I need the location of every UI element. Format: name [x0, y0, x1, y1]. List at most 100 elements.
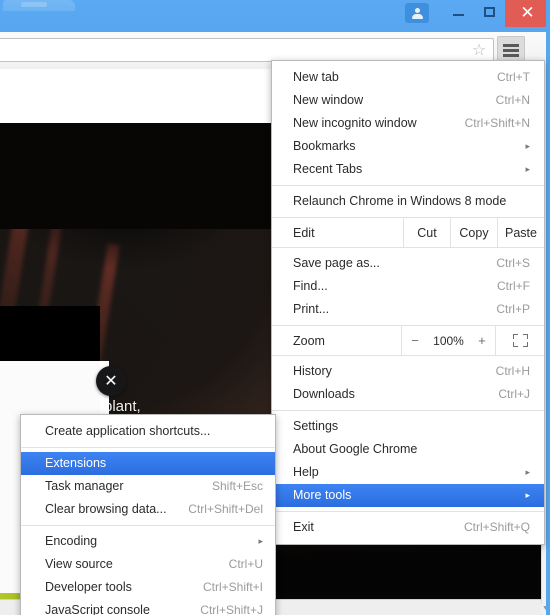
submenu-separator: [21, 447, 275, 448]
zoom-label: Zoom: [293, 333, 325, 348]
more-tools-submenu: Create application shortcuts... Extensio…: [20, 414, 276, 615]
submenu-item-label: Task manager: [45, 479, 124, 493]
menu-item-label: About Google Chrome: [293, 442, 418, 456]
menu-item-shortcut: Ctrl+Shift+N: [464, 116, 530, 130]
submenu-item-shortcut: Ctrl+Shift+I: [202, 580, 263, 594]
menu-item-shortcut: Ctrl+H: [495, 364, 530, 378]
submenu-item-label: Clear browsing data...: [45, 502, 167, 516]
menu-item-shortcut: Ctrl+S: [496, 256, 530, 270]
submenu-item-shortcut: Shift+Esc: [211, 479, 263, 493]
menu-item-exit[interactable]: Exit Ctrl+Shift+Q: [272, 516, 544, 539]
close-icon: ✕: [104, 371, 118, 390]
submenu-item-javascript-console[interactable]: JavaScript console Ctrl+Shift+J: [21, 599, 275, 615]
submenu-item-label: Create application shortcuts...: [45, 424, 211, 438]
menu-item-help[interactable]: Help ▸: [272, 461, 544, 484]
submenu-item-shortcut: Ctrl+Shift+Del: [188, 502, 263, 516]
maximize-button[interactable]: [474, 1, 505, 23]
zoom-level-value: 100%: [433, 333, 464, 348]
menu-item-new-incognito-window[interactable]: New incognito window Ctrl+Shift+N: [272, 112, 544, 135]
close-overlay-button[interactable]: ✕: [96, 366, 126, 396]
submenu-item-create-application-shortcuts[interactable]: Create application shortcuts...: [21, 420, 275, 443]
menu-item-shortcut: Ctrl+F: [497, 279, 530, 293]
menu-item-label: Find...: [293, 279, 328, 293]
minimize-button[interactable]: [443, 1, 474, 23]
menu-item-shortcut: Ctrl+T: [497, 70, 530, 84]
maximize-icon: [484, 7, 495, 17]
submenu-item-task-manager[interactable]: Task manager Shift+Esc: [21, 475, 275, 498]
person-icon[interactable]: [405, 3, 429, 23]
submenu-item-shortcut: Ctrl+U: [228, 557, 263, 571]
menu-item-label: Recent Tabs: [293, 162, 363, 176]
hamburger-line: [503, 48, 519, 52]
zoom-in-button[interactable]: +: [474, 333, 490, 348]
chevron-right-icon: ▸: [525, 490, 530, 500]
menu-item-label: Exit: [293, 520, 314, 534]
submenu-item-label: View source: [45, 557, 113, 571]
chevron-right-icon: ▸: [525, 141, 530, 151]
menu-item-shortcut: Ctrl+P: [496, 302, 530, 316]
window-right-edge: [546, 0, 550, 615]
submenu-item-label: Encoding: [45, 534, 98, 548]
menu-item-new-window[interactable]: New window Ctrl+N: [272, 89, 544, 112]
menu-item-settings[interactable]: Settings: [272, 415, 544, 438]
browser-tab[interactable]: [3, 0, 75, 11]
submenu-item-extensions[interactable]: Extensions: [21, 452, 275, 475]
close-icon: ✕: [520, 3, 535, 23]
menu-item-new-tab[interactable]: New tab Ctrl+T: [272, 66, 544, 89]
fullscreen-button[interactable]: [495, 326, 544, 355]
address-bar[interactable]: ☆: [0, 38, 494, 62]
menu-separator: [272, 185, 544, 186]
chevron-right-icon: ▸: [258, 536, 263, 546]
menu-item-downloads[interactable]: Downloads Ctrl+J: [272, 383, 544, 406]
zoom-controls: − 100% +: [401, 326, 495, 355]
copy-button[interactable]: Copy: [450, 218, 497, 247]
overlay-dark-block: [0, 306, 100, 361]
hamburger-line: [503, 43, 519, 47]
menu-item-relaunch-windows8-mode[interactable]: Relaunch Chrome in Windows 8 mode: [272, 190, 544, 213]
submenu-item-developer-tools[interactable]: Developer tools Ctrl+Shift+I: [21, 576, 275, 599]
menu-zoom-row: Zoom − 100% +: [272, 325, 544, 356]
hamburger-line: [503, 53, 519, 57]
menu-item-label: New window: [293, 93, 364, 107]
window-controls: ✕: [405, 0, 550, 27]
menu-item-print[interactable]: Print... Ctrl+P: [272, 298, 544, 321]
title-bar: ✕: [0, 0, 550, 32]
menu-item-find[interactable]: Find... Ctrl+F: [272, 275, 544, 298]
bookmark-star-icon[interactable]: ☆: [471, 43, 487, 59]
submenu-item-view-source[interactable]: View source Ctrl+U: [21, 553, 275, 576]
browser-window: ✕ ☆ blant, scover for de to ic: [0, 0, 550, 615]
submenu-item-encoding[interactable]: Encoding ▸: [21, 530, 275, 553]
minimize-icon: [453, 14, 464, 16]
menu-item-save-page-as[interactable]: Save page as... Ctrl+S: [272, 252, 544, 275]
menu-item-more-tools[interactable]: More tools ▸: [272, 484, 544, 507]
menu-separator: [272, 410, 544, 411]
submenu-item-label: Extensions: [45, 456, 107, 470]
menu-item-label: History: [293, 364, 332, 378]
submenu-item-clear-browsing-data[interactable]: Clear browsing data... Ctrl+Shift+Del: [21, 498, 275, 521]
menu-edit-row: Edit Cut Copy Paste: [272, 217, 544, 248]
menu-item-bookmarks[interactable]: Bookmarks ▸: [272, 135, 544, 158]
zoom-out-button[interactable]: −: [407, 333, 423, 348]
menu-item-label: Print...: [293, 302, 330, 316]
menu-item-label: Help: [293, 465, 319, 479]
menu-item-label: Bookmarks: [293, 139, 356, 153]
edit-label: Edit: [293, 225, 315, 240]
chrome-main-menu: New tab Ctrl+T New window Ctrl+N New inc…: [271, 60, 545, 545]
menu-item-label: New incognito window: [293, 116, 417, 130]
close-button[interactable]: ✕: [505, 0, 550, 27]
menu-item-about-google-chrome[interactable]: About Google Chrome: [272, 438, 544, 461]
cut-button[interactable]: Cut: [403, 218, 450, 247]
menu-item-label: New tab: [293, 70, 339, 84]
menu-item-recent-tabs[interactable]: Recent Tabs ▸: [272, 158, 544, 181]
menu-item-shortcut: Ctrl+Shift+Q: [463, 520, 530, 534]
menu-item-history[interactable]: History Ctrl+H: [272, 360, 544, 383]
submenu-item-shortcut: Ctrl+Shift+J: [200, 603, 263, 615]
menu-item-label: Settings: [293, 419, 339, 433]
chevron-right-icon: ▸: [525, 164, 530, 174]
menu-separator: [272, 511, 544, 512]
menu-item-shortcut: Ctrl+N: [495, 93, 530, 107]
menu-item-label: Downloads: [293, 387, 355, 401]
submenu-item-label: JavaScript console: [45, 603, 150, 615]
person-glyph: [411, 7, 423, 19]
paste-button[interactable]: Paste: [497, 218, 544, 247]
